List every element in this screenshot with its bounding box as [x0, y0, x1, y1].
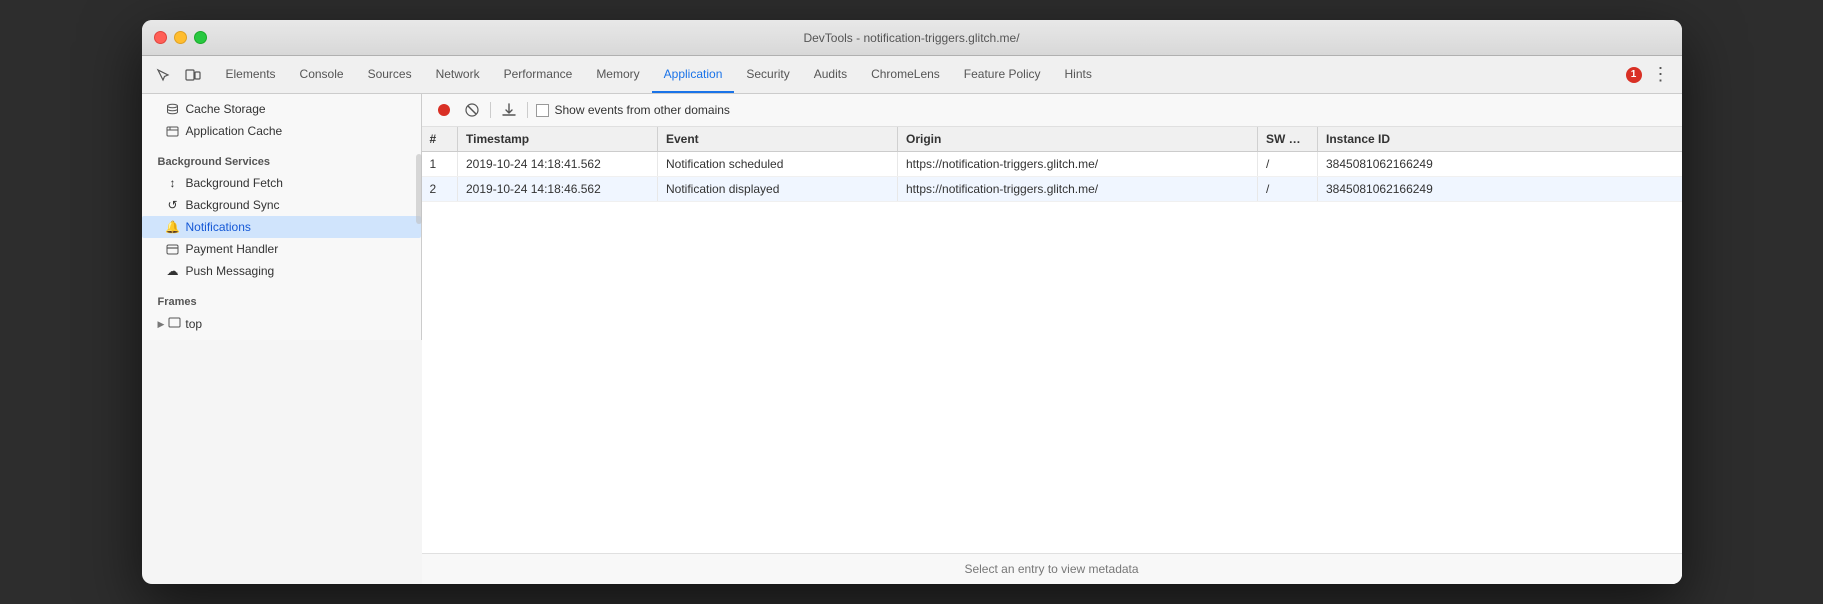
- sidebar-item-background-fetch[interactable]: ↕ Background Fetch: [142, 172, 421, 194]
- tab-application[interactable]: Application: [652, 56, 735, 93]
- tab-elements[interactable]: Elements: [214, 56, 288, 93]
- push-messaging-icon: ☁: [166, 264, 180, 278]
- main-layout: Cache Storage Application Cache: [142, 94, 1682, 584]
- storage-section: Cache Storage Application Cache: [142, 98, 421, 142]
- col-header-instance-id[interactable]: Instance ID: [1318, 127, 1682, 152]
- application-cache-label: Application Cache: [186, 124, 283, 138]
- cache-storage-label: Cache Storage: [186, 102, 266, 116]
- sidebar-item-cache-storage[interactable]: Cache Storage: [142, 98, 421, 120]
- maximize-button[interactable]: [194, 31, 207, 44]
- cell-origin-1: https://notification-triggers.glitch.me/: [898, 152, 1258, 177]
- toolbar-separator-2: [527, 102, 528, 118]
- window-title: DevTools - notification-triggers.glitch.…: [803, 31, 1019, 45]
- checkbox-box: [536, 104, 549, 117]
- status-bar: Select an entry to view metadata: [422, 553, 1682, 584]
- nav-right: 1 ⋮: [1626, 64, 1674, 85]
- background-services-section: Background Services ↕ Background Fetch ↺…: [142, 150, 421, 282]
- col-header-event[interactable]: Event: [658, 127, 898, 152]
- col-header-timestamp[interactable]: Timestamp: [458, 127, 658, 152]
- download-button[interactable]: [499, 100, 519, 120]
- tab-security[interactable]: Security: [734, 56, 801, 93]
- cell-event-2: Notification displayed: [658, 177, 898, 202]
- checkbox-label-text: Show events from other domains: [555, 103, 730, 117]
- content-area: Show events from other domains # Timesta…: [422, 94, 1682, 584]
- cell-instance-2: 3845081062166249: [1318, 177, 1682, 202]
- notifications-table-container: # Timestamp Event Origin SW … Instance I…: [422, 127, 1682, 553]
- tab-console[interactable]: Console: [288, 56, 356, 93]
- tab-performance[interactable]: Performance: [492, 56, 585, 93]
- cell-num-2: 2: [422, 177, 458, 202]
- background-services-header: Background Services: [142, 150, 421, 172]
- error-badge[interactable]: 1: [1626, 67, 1642, 83]
- close-button[interactable]: [154, 31, 167, 44]
- cell-sw-1: /: [1258, 152, 1318, 177]
- more-options-button[interactable]: ⋮: [1648, 64, 1674, 85]
- tab-network[interactable]: Network: [424, 56, 492, 93]
- table-row[interactable]: 2 2019-10-24 14:18:46.562 Notification d…: [422, 177, 1682, 202]
- frames-top-label: top: [185, 317, 202, 331]
- cell-timestamp-2: 2019-10-24 14:18:46.562: [458, 177, 658, 202]
- col-header-origin[interactable]: Origin: [898, 127, 1258, 152]
- record-button[interactable]: [434, 100, 454, 120]
- frames-section: Frames ▶ top: [142, 290, 421, 336]
- cell-origin-2: https://notification-triggers.glitch.me/: [898, 177, 1258, 202]
- cell-num-1: 1: [422, 152, 458, 177]
- show-other-domains-checkbox[interactable]: Show events from other domains: [536, 103, 730, 117]
- background-sync-label: Background Sync: [186, 198, 280, 212]
- table-row[interactable]: 1 2019-10-24 14:18:41.562 Notification s…: [422, 152, 1682, 177]
- clear-button[interactable]: [462, 100, 482, 120]
- status-message: Select an entry to view metadata: [964, 562, 1138, 576]
- titlebar: DevTools - notification-triggers.glitch.…: [142, 20, 1682, 56]
- inspect-icon[interactable]: [150, 62, 176, 88]
- background-fetch-icon: ↕: [166, 176, 180, 190]
- cell-instance-1: 3845081062166249: [1318, 152, 1682, 177]
- sidebar-item-background-sync[interactable]: ↺ Background Sync: [142, 194, 421, 216]
- nav-tabs: Elements Console Sources Network Perform…: [214, 56, 1626, 93]
- cell-event-1: Notification scheduled: [658, 152, 898, 177]
- notifications-icon: 🔔: [166, 220, 180, 234]
- nav-icons: [150, 62, 206, 88]
- tab-sources[interactable]: Sources: [356, 56, 424, 93]
- sidebar-item-application-cache[interactable]: Application Cache: [142, 120, 421, 142]
- application-cache-icon: [166, 124, 180, 138]
- sidebar-item-payment-handler[interactable]: Payment Handler: [142, 238, 421, 260]
- tab-memory[interactable]: Memory: [584, 56, 651, 93]
- push-messaging-label: Push Messaging: [186, 264, 275, 278]
- background-fetch-label: Background Fetch: [186, 176, 283, 190]
- frames-header: Frames: [142, 290, 421, 312]
- payment-handler-icon: [166, 242, 180, 256]
- traffic-lights: [154, 31, 207, 44]
- col-header-sw[interactable]: SW …: [1258, 127, 1318, 152]
- sidebar: Cache Storage Application Cache: [142, 94, 422, 340]
- toolbar-separator: [490, 102, 491, 118]
- sidebar-item-notifications[interactable]: 🔔 Notifications: [142, 216, 421, 238]
- minimize-button[interactable]: [174, 31, 187, 44]
- sidebar-item-frames-top[interactable]: ▶ top: [142, 312, 421, 336]
- sidebar-item-push-messaging[interactable]: ☁ Push Messaging: [142, 260, 421, 282]
- notifications-table: # Timestamp Event Origin SW … Instance I…: [422, 127, 1682, 202]
- tab-chromelens[interactable]: ChromeLens: [859, 56, 952, 93]
- cache-storage-icon: [166, 102, 180, 116]
- col-header-num[interactable]: #: [422, 127, 458, 152]
- devtools-window: DevTools - notification-triggers.glitch.…: [142, 20, 1682, 584]
- tab-hints[interactable]: Hints: [1053, 56, 1104, 93]
- error-count: 1: [1626, 67, 1642, 83]
- notifications-toolbar: Show events from other domains: [422, 94, 1682, 127]
- tab-audits[interactable]: Audits: [802, 56, 859, 93]
- cell-timestamp-1: 2019-10-24 14:18:41.562: [458, 152, 658, 177]
- tab-feature-policy[interactable]: Feature Policy: [952, 56, 1053, 93]
- payment-handler-label: Payment Handler: [186, 242, 279, 256]
- chevron-right-icon: ▶: [158, 319, 165, 330]
- table-header-row: # Timestamp Event Origin SW … Instance I…: [422, 127, 1682, 152]
- device-mode-icon[interactable]: [180, 62, 206, 88]
- devtools-navbar: Elements Console Sources Network Perform…: [142, 56, 1682, 94]
- cell-sw-2: /: [1258, 177, 1318, 202]
- sidebar-wrapper: Cache Storage Application Cache: [142, 94, 422, 584]
- frame-icon: [168, 316, 181, 332]
- background-sync-icon: ↺: [166, 198, 180, 212]
- notifications-label: Notifications: [186, 220, 251, 234]
